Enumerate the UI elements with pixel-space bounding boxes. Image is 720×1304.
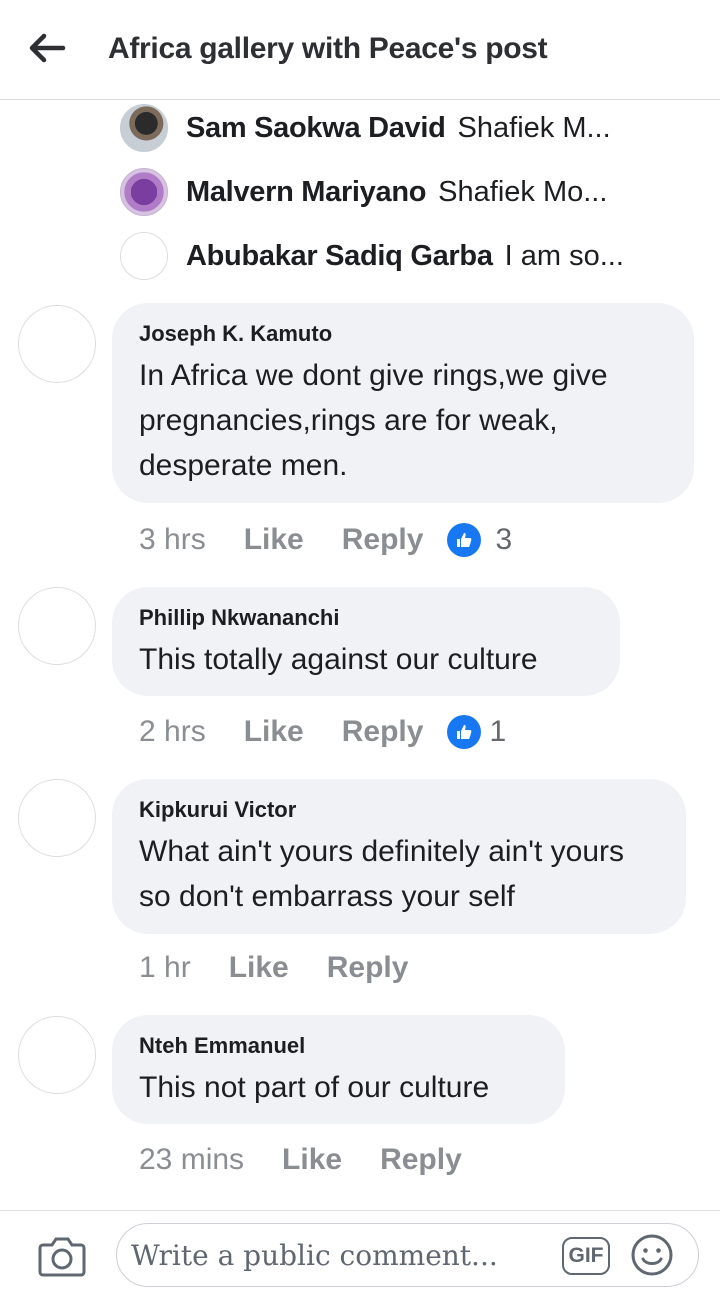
comment-author[interactable]: Kipkurui Victor bbox=[139, 797, 658, 823]
comment-actions: 2 hrs Like Reply 1 bbox=[139, 712, 506, 752]
reply-button[interactable]: Reply bbox=[342, 523, 424, 557]
reply-preview[interactable]: Malvern Mariyano Shafiek Mo... bbox=[120, 168, 690, 216]
reply-author[interactable]: Malvern Mariyano bbox=[186, 176, 426, 209]
comment-bubble: Kipkurui Victor What ain't yours definit… bbox=[112, 779, 686, 934]
like-button[interactable]: Like bbox=[244, 715, 304, 749]
comment-author[interactable]: Phillip Nkwananchi bbox=[139, 605, 592, 631]
comment-text: What ain't yours definitely ain't yours … bbox=[139, 835, 625, 913]
comment-timestamp[interactable]: 23 mins bbox=[139, 1143, 244, 1177]
comment-input-box[interactable]: GIF bbox=[116, 1223, 699, 1287]
comment-timestamp[interactable]: 3 hrs bbox=[139, 523, 206, 557]
comment-author[interactable]: Joseph K. Kamuto bbox=[139, 321, 666, 347]
reply-button[interactable]: Reply bbox=[342, 715, 424, 749]
comment-actions: 1 hr Like Reply bbox=[139, 948, 446, 988]
like-button[interactable]: Like bbox=[244, 523, 304, 557]
reply-button[interactable]: Reply bbox=[380, 1143, 462, 1177]
comment-timestamp[interactable]: 1 hr bbox=[139, 951, 191, 985]
avatar[interactable] bbox=[18, 1016, 96, 1094]
comment-bubble: Phillip Nkwananchi This totally against … bbox=[112, 587, 620, 696]
avatar[interactable] bbox=[120, 168, 168, 216]
reaction-summary[interactable]: 3 bbox=[447, 523, 512, 557]
gif-button[interactable]: GIF bbox=[562, 1237, 610, 1275]
thumbs-up-icon bbox=[447, 523, 482, 557]
avatar[interactable] bbox=[120, 104, 168, 152]
comment-text: This not part of our culture bbox=[139, 1071, 490, 1104]
comment-text: This totally against our culture bbox=[139, 643, 538, 676]
thumbs-up-icon bbox=[447, 715, 482, 749]
comment-bubble: Nteh Emmanuel This not part of our cultu… bbox=[112, 1015, 565, 1124]
smiley-icon bbox=[631, 1234, 673, 1276]
reply-preview[interactable]: Abubakar Sadiq Garba I am so... bbox=[120, 232, 690, 280]
reply-author[interactable]: Abubakar Sadiq Garba bbox=[186, 240, 493, 273]
camera-button[interactable] bbox=[36, 1230, 88, 1282]
top-bar: Africa gallery with Peace's post bbox=[0, 0, 720, 100]
back-button[interactable] bbox=[22, 28, 72, 68]
comment-input[interactable] bbox=[131, 1232, 551, 1278]
reply-author[interactable]: Sam Saokwa David bbox=[186, 112, 446, 145]
reaction-summary[interactable]: 1 bbox=[447, 715, 506, 749]
avatar[interactable] bbox=[18, 587, 96, 665]
reply-snippet: Shafiek M... bbox=[457, 111, 611, 144]
reply-snippet: I am so... bbox=[504, 239, 624, 272]
comment-actions: 3 hrs Like Reply 3 bbox=[139, 520, 512, 560]
comment-actions: 23 mins Like Reply bbox=[139, 1140, 500, 1180]
avatar[interactable] bbox=[120, 232, 168, 280]
reply-snippet: Shafiek Mo... bbox=[438, 175, 608, 208]
avatar[interactable] bbox=[18, 305, 96, 383]
comment-bubble: Joseph K. Kamuto In Africa we dont give … bbox=[112, 303, 694, 503]
reply-preview[interactable]: Sam Saokwa David Shafiek M... bbox=[120, 104, 690, 152]
camera-icon bbox=[38, 1237, 86, 1277]
emoji-button[interactable] bbox=[629, 1232, 675, 1278]
reaction-count: 3 bbox=[495, 523, 513, 556]
like-button[interactable]: Like bbox=[229, 951, 289, 985]
arrow-left-icon bbox=[29, 33, 66, 63]
avatar[interactable] bbox=[18, 779, 96, 857]
comment-author[interactable]: Nteh Emmanuel bbox=[139, 1033, 537, 1059]
comment-composer: GIF bbox=[0, 1210, 720, 1304]
reply-button[interactable]: Reply bbox=[327, 951, 409, 985]
reaction-count: 1 bbox=[489, 715, 507, 748]
like-button[interactable]: Like bbox=[282, 1143, 342, 1177]
page-title: Africa gallery with Peace's post bbox=[108, 32, 548, 65]
comment-timestamp[interactable]: 2 hrs bbox=[139, 715, 206, 749]
comment-text: In Africa we dont give rings,we give pre… bbox=[139, 359, 608, 482]
